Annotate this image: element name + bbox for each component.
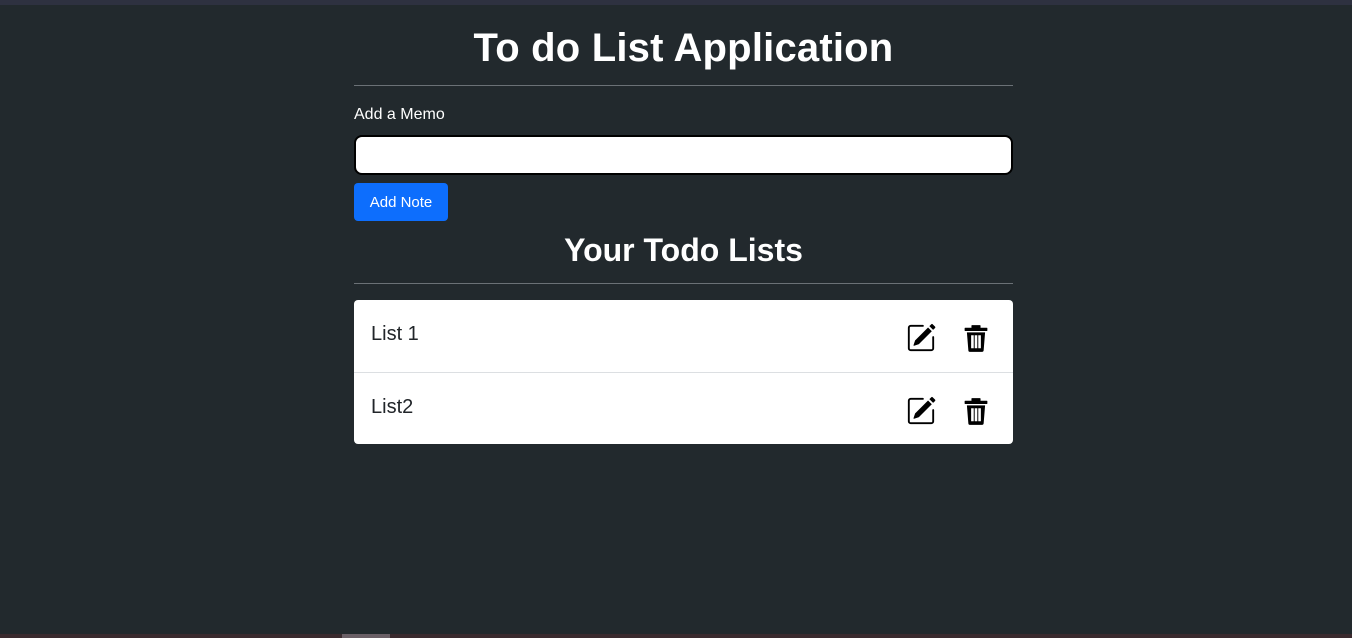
- edit-button[interactable]: [905, 322, 937, 354]
- scrollbar-thumb[interactable]: [342, 634, 390, 638]
- delete-button[interactable]: [960, 322, 992, 354]
- title-divider: [354, 85, 1013, 86]
- main-container: To do List Application Add a Memo Add No…: [354, 0, 1013, 444]
- todo-list: List 1 List2: [354, 300, 1013, 444]
- list-item-label: List 1: [371, 323, 419, 345]
- edit-button[interactable]: [905, 395, 937, 427]
- list-item[interactable]: List 1: [354, 300, 1013, 372]
- list-item[interactable]: List2: [354, 372, 1013, 444]
- memo-label: Add a Memo: [354, 106, 445, 123]
- trash-icon: [964, 325, 988, 352]
- trash-icon: [964, 398, 988, 425]
- add-note-button[interactable]: Add Note: [354, 183, 448, 221]
- delete-button[interactable]: [960, 395, 992, 427]
- lists-divider: [354, 283, 1013, 284]
- pencil-square-icon: [907, 396, 936, 425]
- list-item-label: List2: [371, 396, 414, 418]
- page-title: To do List Application: [473, 26, 894, 70]
- window-bottom-strip: [0, 634, 1352, 638]
- pencil-square-icon: [907, 323, 936, 352]
- memo-input[interactable]: [354, 135, 1013, 175]
- lists-heading: Your Todo Lists: [564, 232, 803, 268]
